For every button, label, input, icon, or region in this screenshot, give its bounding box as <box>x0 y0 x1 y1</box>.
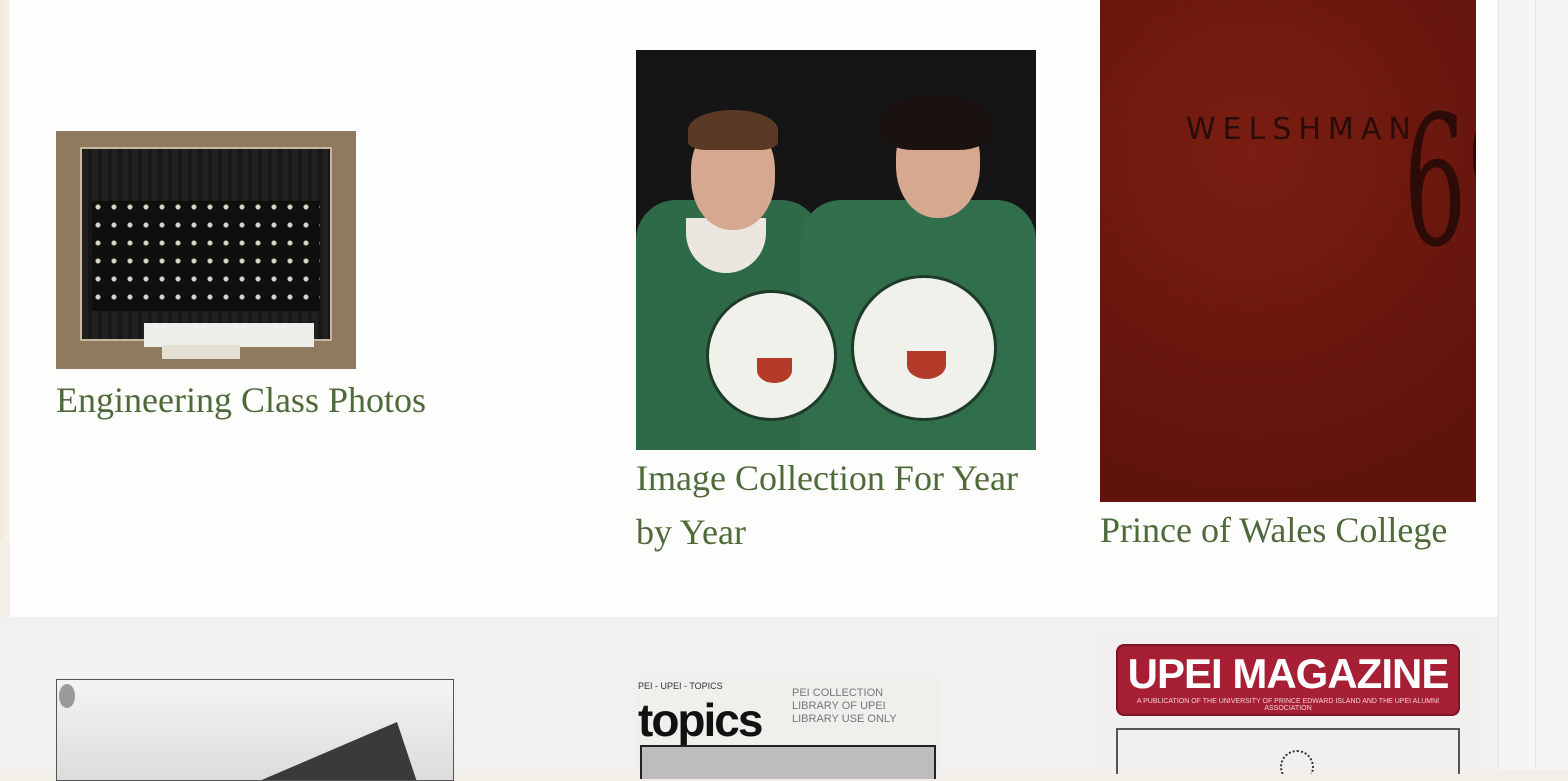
year-by-year-thumbnail[interactable] <box>636 50 1036 450</box>
building-roof <box>257 722 417 780</box>
class-photo-frame <box>80 147 332 347</box>
engineering-class-thumbnail[interactable] <box>56 131 356 369</box>
upei-magazine-subtitle: A PUBLICATION OF THE UNIVERSITY OF PRINC… <box>1136 698 1440 712</box>
names-plaque <box>144 323 314 347</box>
collection-card-campus-photo[interactable] <box>56 679 454 781</box>
stamp-line-1: PEI COLLECTION <box>792 687 884 699</box>
welshman-cover-title: WELSHMAN <box>1186 112 1418 147</box>
collection-card-year-by-year[interactable]: Image Collection For Year by Year <box>636 50 1036 559</box>
welshman-cover-year: 69 <box>1403 70 1476 279</box>
player-left-hair <box>688 110 778 150</box>
stamp-line-2: LIBRARY OF UPEI <box>792 700 886 712</box>
welshman-yearbook-thumbnail[interactable]: WELSHMAN 69 <box>1100 0 1476 502</box>
collection-title-year-by-year[interactable]: Image Collection For Year by Year <box>636 451 1036 559</box>
topics-header-text: PEI - UPEI - TOPICS <box>638 681 723 691</box>
collection-card-prince-of-wales[interactable]: WELSHMAN 69 Prince of Wales College <box>1100 0 1476 557</box>
topics-newspaper-thumbnail[interactable]: PEI - UPEI - TOPICS topics PEI COLLECTIO… <box>636 679 940 779</box>
stamp-line-3: LIBRARY USE ONLY <box>792 713 897 725</box>
collection-title-engineering[interactable]: Engineering Class Photos <box>56 373 426 427</box>
panther-logo-left <box>706 290 837 421</box>
class-group <box>92 201 320 311</box>
collection-title-prince-of-wales[interactable]: Prince of Wales College <box>1100 503 1476 557</box>
newspaper-photo <box>640 745 936 779</box>
engineering-plate <box>162 345 240 359</box>
scrollbar-track[interactable] <box>1535 0 1536 770</box>
player-right-hair <box>881 95 991 150</box>
collection-card-topics[interactable]: PEI - UPEI - TOPICS topics PEI COLLECTIO… <box>636 679 940 779</box>
panther-logo-right <box>851 275 997 421</box>
tree-shape <box>59 684 75 708</box>
upei-magazine-title: UPEI MAGAZINE <box>1127 650 1450 697</box>
topics-masthead: topics <box>638 694 763 746</box>
collection-card-engineering[interactable]: Engineering Class Photos <box>56 131 426 427</box>
left-background-edge <box>0 0 10 540</box>
collection-card-upei-magazine[interactable]: UPEI MAGAZINE A PUBLICATION OF THE UNIVE… <box>1100 634 1476 774</box>
right-gutter <box>1498 0 1568 770</box>
campus-building-thumbnail[interactable] <box>56 679 454 781</box>
upei-magazine-banner: UPEI MAGAZINE A PUBLICATION OF THE UNIVE… <box>1116 644 1460 716</box>
upei-magazine-thumbnail[interactable]: UPEI MAGAZINE A PUBLICATION OF THE UNIVE… <box>1100 634 1476 774</box>
library-stamp: PEI COLLECTION LIBRARY OF UPEI LIBRARY U… <box>792 687 897 726</box>
